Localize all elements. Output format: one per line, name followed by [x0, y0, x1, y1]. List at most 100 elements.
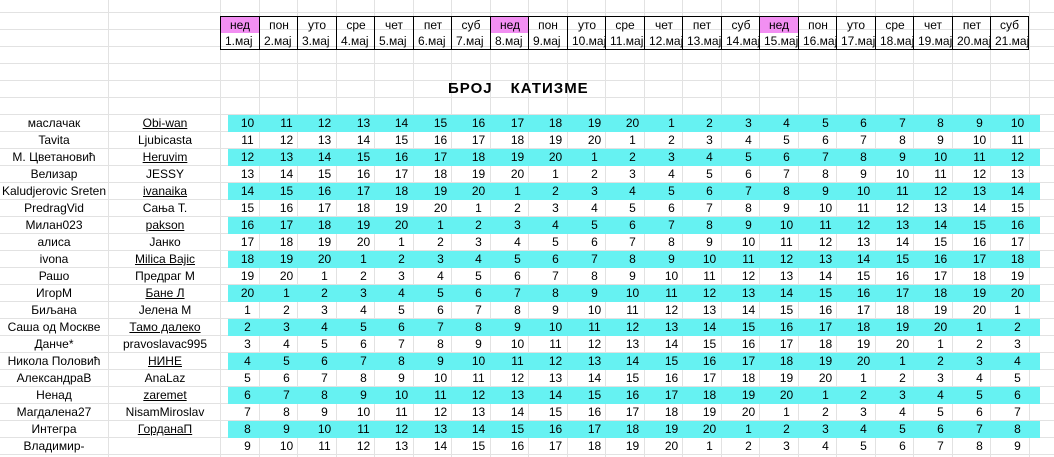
kathisma-cell[interactable]: 20	[806, 370, 845, 387]
kathisma-cell[interactable]: 18	[883, 302, 922, 319]
participant-partner[interactable]: ГорданаП	[112, 421, 218, 438]
kathisma-cell[interactable]: 8	[806, 166, 845, 183]
kathisma-cell[interactable]: 3	[767, 438, 806, 455]
kathisma-cell[interactable]: 14	[267, 166, 306, 183]
kathisma-cell[interactable]: 2	[459, 217, 498, 234]
kathisma-cell[interactable]: 12	[767, 251, 806, 268]
kathisma-cell[interactable]: 9	[806, 183, 845, 200]
kathisma-cell[interactable]: 1	[729, 421, 768, 438]
header-day-8[interactable]: нед	[490, 16, 529, 33]
kathisma-cell[interactable]: 7	[921, 438, 960, 455]
kathisma-cell[interactable]: 7	[421, 319, 460, 336]
kathisma-cell[interactable]: 9	[344, 387, 383, 404]
kathisma-cell[interactable]: 2	[613, 149, 652, 166]
kathisma-cell[interactable]: 10	[344, 404, 383, 421]
participant-partner[interactable]: JESSY	[112, 166, 218, 183]
kathisma-cell[interactable]: 18	[498, 132, 537, 149]
kathisma-cell[interactable]: 5	[613, 200, 652, 217]
kathisma-cell[interactable]: 18	[459, 149, 498, 166]
kathisma-cell[interactable]: 10	[806, 200, 845, 217]
kathisma-cell[interactable]: 10	[305, 421, 344, 438]
kathisma-cell[interactable]: 16	[998, 217, 1037, 234]
header-day-3[interactable]: уто	[297, 16, 336, 33]
kathisma-cell[interactable]: 8	[844, 149, 883, 166]
kathisma-cell[interactable]: 8	[421, 336, 460, 353]
kathisma-cell[interactable]: 20	[883, 336, 922, 353]
kathisma-cell[interactable]: 15	[344, 149, 383, 166]
kathisma-cell[interactable]: 7	[228, 404, 267, 421]
kathisma-cell[interactable]: 19	[729, 387, 768, 404]
kathisma-cell[interactable]: 12	[267, 132, 306, 149]
kathisma-cell[interactable]: 13	[305, 132, 344, 149]
kathisma-cell[interactable]: 17	[498, 115, 537, 132]
header-day-19[interactable]: чет	[913, 16, 952, 33]
kathisma-cell[interactable]: 4	[575, 200, 614, 217]
kathisma-cell[interactable]: 12	[228, 149, 267, 166]
kathisma-cell[interactable]: 3	[575, 183, 614, 200]
kathisma-cell[interactable]: 8	[228, 421, 267, 438]
participant-partner[interactable]: Јанко	[112, 234, 218, 251]
kathisma-cell[interactable]: 16	[575, 404, 614, 421]
kathisma-cell[interactable]: 3	[382, 268, 421, 285]
kathisma-cell[interactable]: 15	[498, 421, 537, 438]
header-date-7[interactable]: 7.мај	[451, 33, 490, 50]
kathisma-cell[interactable]: 16	[536, 421, 575, 438]
kathisma-cell[interactable]: 2	[344, 268, 383, 285]
kathisma-cell[interactable]: 13	[998, 166, 1037, 183]
kathisma-cell[interactable]: 18	[267, 234, 306, 251]
participant-name[interactable]: М. Цветановић	[0, 149, 108, 166]
kathisma-cell[interactable]: 5	[767, 132, 806, 149]
participant-name[interactable]: Саша од Москве	[0, 319, 108, 336]
kathisma-cell[interactable]: 12	[960, 166, 999, 183]
kathisma-cell[interactable]: 5	[267, 353, 306, 370]
kathisma-cell[interactable]: 20	[421, 200, 460, 217]
kathisma-cell[interactable]: 17	[575, 421, 614, 438]
kathisma-cell[interactable]: 13	[459, 404, 498, 421]
kathisma-cell[interactable]: 18	[382, 183, 421, 200]
header-date-5[interactable]: 5.мај	[374, 33, 413, 50]
kathisma-cell[interactable]: 14	[960, 200, 999, 217]
kathisma-cell[interactable]: 6	[421, 302, 460, 319]
kathisma-cell[interactable]: 13	[536, 370, 575, 387]
participant-name[interactable]: Ненад	[0, 387, 108, 404]
kathisma-cell[interactable]: 8	[498, 302, 537, 319]
header-date-4[interactable]: 4.мај	[336, 33, 375, 50]
kathisma-cell[interactable]: 8	[960, 438, 999, 455]
kathisma-cell[interactable]: 20	[652, 438, 691, 455]
kathisma-cell[interactable]: 7	[652, 217, 691, 234]
kathisma-cell[interactable]: 8	[536, 285, 575, 302]
kathisma-cell[interactable]: 17	[998, 234, 1037, 251]
kathisma-cell[interactable]: 12	[382, 421, 421, 438]
kathisma-cell[interactable]: 15	[690, 336, 729, 353]
kathisma-cell[interactable]: 2	[767, 421, 806, 438]
kathisma-cell[interactable]: 5	[498, 251, 537, 268]
kathisma-cell[interactable]: 12	[613, 319, 652, 336]
kathisma-cell[interactable]: 13	[690, 302, 729, 319]
kathisma-cell[interactable]: 18	[421, 166, 460, 183]
header-date-12[interactable]: 12.мај	[644, 33, 683, 50]
kathisma-cell[interactable]: 5	[305, 336, 344, 353]
kathisma-cell[interactable]: 3	[267, 319, 306, 336]
kathisma-cell[interactable]: 18	[575, 438, 614, 455]
kathisma-cell[interactable]: 9	[421, 353, 460, 370]
participant-name[interactable]: Никола Половић	[0, 353, 108, 370]
header-day-14[interactable]: суб	[721, 16, 760, 33]
participant-partner[interactable]: Heruvim	[112, 149, 218, 166]
kathisma-cell[interactable]: 5	[883, 421, 922, 438]
kathisma-cell[interactable]: 4	[767, 115, 806, 132]
kathisma-cell[interactable]: 19	[844, 336, 883, 353]
kathisma-cell[interactable]: 17	[536, 438, 575, 455]
kathisma-cell[interactable]: 14	[421, 438, 460, 455]
kathisma-cell[interactable]: 3	[536, 200, 575, 217]
kathisma-cell[interactable]: 20	[536, 149, 575, 166]
kathisma-cell[interactable]: 16	[767, 319, 806, 336]
kathisma-cell[interactable]: 12	[690, 285, 729, 302]
kathisma-cell[interactable]: 20	[767, 387, 806, 404]
kathisma-cell[interactable]: 7	[960, 421, 999, 438]
participant-partner[interactable]: pravoslavac995	[112, 336, 218, 353]
kathisma-cell[interactable]: 4	[305, 319, 344, 336]
header-date-2[interactable]: 2.мај	[259, 33, 298, 50]
kathisma-cell[interactable]: 2	[883, 370, 922, 387]
kathisma-cell[interactable]: 20	[575, 132, 614, 149]
kathisma-cell[interactable]: 5	[806, 115, 845, 132]
